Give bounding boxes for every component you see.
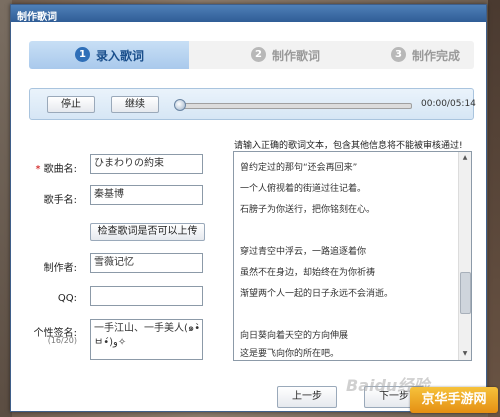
lyric-line: 曾约定过的那句“还会再回来” xyxy=(240,163,358,173)
lyric-line: 石膀子为你送行，把你铭刻在心。 xyxy=(240,205,376,215)
qq-input[interactable] xyxy=(90,286,203,306)
step-make-lyrics: 2 制作歌词 xyxy=(189,41,353,69)
signature-input[interactable]: 一手江山、一手美人(๑•̀ㅂ•́)و✧ xyxy=(90,319,203,360)
step-enter-lyrics: 1 录入歌词 xyxy=(29,41,203,69)
lyrics-dialog: 制作歌词 1 录入歌词 2 制作歌词 3 制作完成 停止 继续 00:00/05… xyxy=(10,4,487,412)
song-name-label: * 歌曲名: xyxy=(27,160,77,175)
check-lyrics-button[interactable]: 检查歌词是否可以上传 xyxy=(90,223,205,241)
song-name-label-text: 歌曲名: xyxy=(43,164,77,175)
lyrics-scrollbar[interactable]: ▲ ▼ xyxy=(458,152,471,360)
scrollbar-thumb[interactable] xyxy=(460,272,471,314)
previous-step-button[interactable]: 上一步 xyxy=(277,386,337,408)
lyric-line: 一个人俯视着的街道过往记着。 xyxy=(240,184,367,194)
progress-slider-track[interactable] xyxy=(178,103,412,109)
step-label-2: 制作歌词 xyxy=(272,49,321,63)
lyrics-textarea[interactable]: 曾约定过的那句“还会再回来” 一个人俯视着的街道过往记着。 石膀子为你送行，把你… xyxy=(233,151,472,361)
lyric-line: 这是要飞向你的所在吧。 xyxy=(240,349,340,359)
title-bar[interactable]: 制作歌词 xyxy=(11,5,486,23)
progress-slider-thumb[interactable] xyxy=(174,99,186,111)
site-brand-logo: 京华手游网 xyxy=(410,387,498,413)
singer-label: 歌手名: xyxy=(43,195,77,206)
continue-button[interactable]: 继续 xyxy=(111,96,159,113)
scroll-up-arrow-icon[interactable]: ▲ xyxy=(460,153,470,163)
lyric-line: 虽然不在身边，却始终在为你祈祷 xyxy=(240,268,376,278)
stop-button[interactable]: 停止 xyxy=(47,96,95,113)
playback-bar: 停止 继续 00:00/05:14 xyxy=(29,88,476,120)
song-name-input[interactable]: ひまわりの約束 xyxy=(90,154,203,174)
lyric-line: 向日葵向着天空的方向伸展 xyxy=(240,331,349,341)
maker-label: 制作者: xyxy=(43,263,77,274)
window-title: 制作歌词 xyxy=(17,12,57,23)
lyric-line: 渐望两个人一起的日子永远不会消逝。 xyxy=(240,289,394,299)
step-number-1: 1 xyxy=(75,47,90,62)
step-label-1: 录入歌词 xyxy=(96,49,145,63)
step-number-3: 3 xyxy=(391,47,406,62)
step-indicator: 1 录入歌词 2 制作歌词 3 制作完成 xyxy=(29,41,474,69)
maker-input[interactable]: 雪薇记忆 xyxy=(90,253,203,273)
playback-time: 00:00/05:14 xyxy=(421,99,476,109)
background-right xyxy=(488,0,500,417)
scroll-down-arrow-icon[interactable]: ▼ xyxy=(460,349,470,359)
lyric-line: 穿过青空中浮云，一路追逐着你 xyxy=(240,247,367,257)
step-complete: 3 制作完成 xyxy=(339,41,474,69)
signature-char-count: (16/20) xyxy=(47,336,77,345)
qq-label: QQ: xyxy=(57,293,77,304)
lyrics-hint: 请输入正确的歌词文本，包含其他信息将不能被审核通过! xyxy=(234,141,463,151)
singer-input[interactable]: 秦基博 xyxy=(90,185,203,205)
required-mark: * xyxy=(35,164,41,175)
step-number-2: 2 xyxy=(251,47,266,62)
step-label-3: 制作完成 xyxy=(412,49,461,63)
